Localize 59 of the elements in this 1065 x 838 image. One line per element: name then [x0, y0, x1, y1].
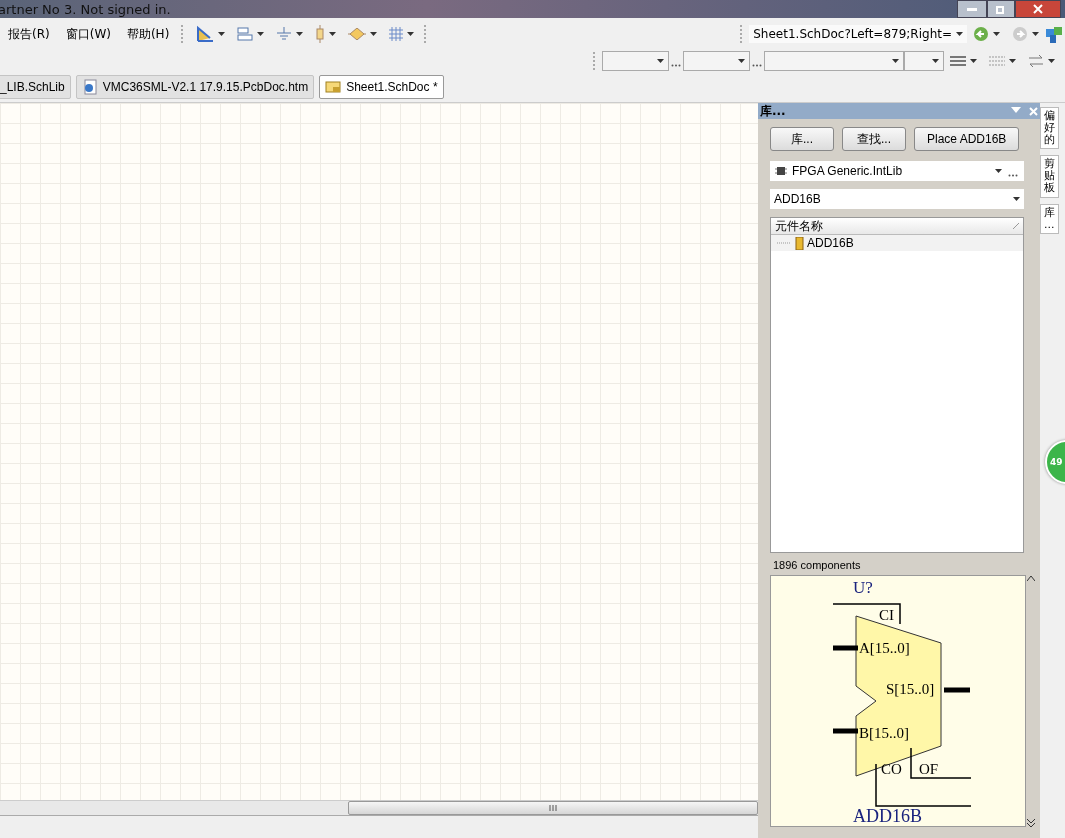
- list-item[interactable]: ADD16B: [771, 235, 1023, 251]
- document-tab[interactable]: Sheet1.SchDoc *: [319, 75, 444, 99]
- dropdown-arrow-icon[interactable]: [329, 32, 337, 36]
- filter-dropdown[interactable]: ADD16B: [770, 189, 1024, 209]
- dropdown-arrow-icon[interactable]: [1009, 59, 1016, 63]
- dropdown-arrow-icon[interactable]: [956, 32, 963, 36]
- scrollbar-thumb[interactable]: [348, 801, 758, 815]
- side-tab[interactable]: 剪贴板: [1040, 155, 1059, 198]
- sheet-icon: [325, 80, 342, 94]
- schematic-symbol-drawing: U? CI A[15..0] S[15..0] B[15..0] CO OF ADD16B: [771, 576, 1025, 826]
- dropdown-arrow-icon[interactable]: [892, 59, 899, 63]
- panel-button[interactable]: Place ADD16B: [914, 127, 1020, 151]
- library-dropdown[interactable]: FPGA Generic.IntLib: [770, 161, 1024, 181]
- dropdown-arrow-icon[interactable]: [1048, 59, 1055, 63]
- side-tab[interactable]: 库...: [1040, 203, 1059, 234]
- scroll-up-icon[interactable]: [1027, 575, 1035, 581]
- close-button[interactable]: [1015, 0, 1061, 18]
- dropdown-arrow-icon[interactable]: [370, 32, 378, 36]
- tree-line-icon: [777, 242, 791, 244]
- minimize-button[interactable]: [957, 0, 987, 18]
- dropdown-arrow-icon[interactable]: [657, 59, 664, 63]
- document-globe-icon: [81, 79, 98, 95]
- ellipsis-icon: [1008, 173, 1018, 177]
- minimize-icon: [967, 7, 977, 11]
- scroll-down-icon[interactable]: [1027, 819, 1035, 827]
- dropdown-arrow-icon[interactable]: [970, 59, 977, 63]
- dropdown-arrow-icon[interactable]: [993, 32, 1000, 36]
- panel-title: 库...: [760, 102, 786, 120]
- document-tab[interactable]: _LIB.SchLib: [0, 75, 71, 99]
- menu-item[interactable]: 窗口(W): [57, 25, 119, 43]
- component-icon: [794, 236, 804, 250]
- close-icon: [1033, 4, 1043, 14]
- dropdown-arrow-icon[interactable]: [218, 32, 226, 36]
- dropdown-arrow-icon[interactable]: [995, 169, 1002, 173]
- chip-icon: [774, 165, 788, 177]
- dropdown-arrow-icon[interactable]: [407, 32, 415, 36]
- dropdown-arrow-icon[interactable]: [1032, 32, 1039, 36]
- sort-icon: [1013, 223, 1019, 229]
- dropdown-arrow-icon[interactable]: [1013, 197, 1020, 201]
- menu-item[interactable]: 帮助(H): [118, 25, 178, 43]
- column-header[interactable]: 元件名称: [771, 218, 1023, 235]
- address-field[interactable]: Sheet1.SchDoc?Left=879;Right=: [749, 25, 967, 43]
- component-count: 1896 components: [773, 559, 862, 571]
- document-tab[interactable]: VMC36SML-V2.1 17.9.15.PcbDoc.htm: [75, 75, 315, 99]
- line-weight-icon[interactable]: [950, 55, 966, 67]
- dropdown-arrow-icon[interactable]: [296, 32, 304, 36]
- restore-button[interactable]: [987, 0, 1015, 18]
- panel-button[interactable]: 库...: [770, 127, 834, 151]
- panel-button[interactable]: 查找...: [842, 127, 906, 151]
- ellipsis-icon: [752, 63, 762, 67]
- side-tab[interactable]: 偏好的: [1040, 107, 1059, 150]
- dropdown-arrow-icon[interactable]: [738, 59, 745, 63]
- dropdown-arrow-icon[interactable]: [257, 32, 265, 36]
- ellipsis-icon: [671, 63, 681, 67]
- swap-arrows-icon[interactable]: [1028, 54, 1044, 68]
- dropdown-arrow-icon[interactable]: [932, 59, 939, 63]
- menu-item[interactable]: 报告(R): [0, 25, 58, 43]
- restore-icon: [996, 4, 1006, 14]
- cubes-icon[interactable]: [1045, 25, 1063, 43]
